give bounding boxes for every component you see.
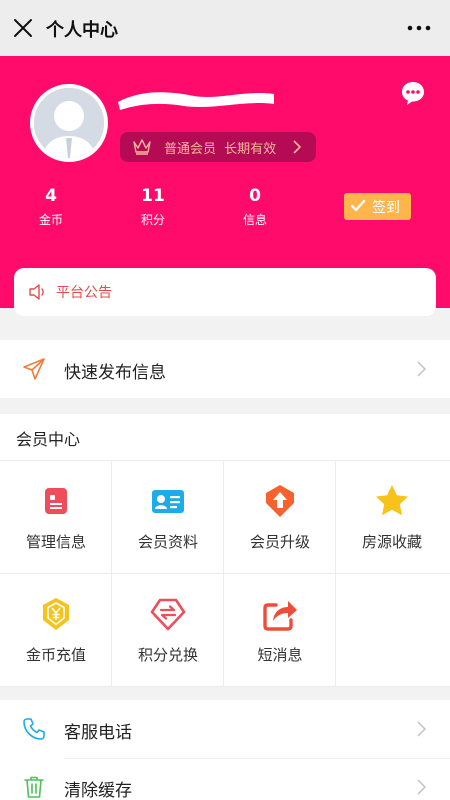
chevron-right-icon bbox=[417, 721, 426, 737]
grid-item-manage-info[interactable]: 管理信息 bbox=[0, 461, 112, 574]
trash-icon bbox=[24, 776, 44, 798]
chevron-right-icon bbox=[293, 140, 302, 154]
stat-coins[interactable]: 4 金币 bbox=[21, 186, 81, 228]
coin-recharge-label: 金币充值 bbox=[25, 646, 86, 664]
avatar[interactable] bbox=[30, 84, 108, 162]
upgrade-label: 会员升级 bbox=[249, 533, 310, 551]
member-center-title: 会员中心 bbox=[16, 430, 81, 449]
member-level-badge[interactable]: 普通会员 长期有效 bbox=[120, 132, 316, 162]
announcement-bar[interactable]: 平台公告 bbox=[14, 268, 436, 316]
stat-points[interactable]: 11 积分 bbox=[123, 186, 183, 228]
top-navbar: 个人中心 bbox=[0, 0, 450, 56]
chevron-right-icon bbox=[417, 779, 426, 795]
grid-item-coin-recharge[interactable]: 金币充值 bbox=[0, 574, 112, 687]
send-icon bbox=[23, 358, 45, 380]
member-center-grid: 管理信息 会员资料 会员升级 房源收藏 金币充值 积分兑换 短消息 bbox=[0, 460, 450, 687]
clear-cache-label: 清除缓存 bbox=[64, 781, 132, 800]
member-level: 普通会员 bbox=[164, 142, 217, 157]
upgrade-icon bbox=[266, 485, 294, 517]
signin-button[interactable]: 签到 bbox=[344, 193, 411, 220]
grid-item-points-exchange[interactable]: 积分兑换 bbox=[112, 574, 224, 687]
manage-info-label: 管理信息 bbox=[25, 533, 86, 551]
grid-item-upgrade[interactable]: 会员升级 bbox=[224, 461, 336, 574]
redacted-username bbox=[118, 92, 274, 110]
clear-cache-row[interactable]: 清除缓存 bbox=[0, 758, 450, 800]
quick-publish-row[interactable]: 快速发布信息 bbox=[0, 340, 450, 398]
page-title: 个人中心 bbox=[46, 20, 118, 41]
default-avatar-icon bbox=[34, 88, 104, 158]
short-message-label: 短消息 bbox=[257, 646, 303, 664]
stat-messages[interactable]: 0 信息 bbox=[225, 186, 285, 228]
points-label: 积分 bbox=[140, 213, 165, 227]
quick-publish-label: 快速发布信息 bbox=[64, 363, 166, 383]
points-exchange-icon bbox=[150, 598, 186, 631]
customer-service-label: 客服电话 bbox=[64, 723, 132, 743]
phone-icon bbox=[23, 718, 45, 740]
messages-label: 信息 bbox=[242, 213, 267, 227]
points-exchange-label: 积分兑换 bbox=[137, 646, 198, 664]
star-icon bbox=[376, 485, 408, 516]
coins-label: 金币 bbox=[38, 213, 63, 227]
speaker-icon bbox=[29, 284, 44, 300]
share-message-icon bbox=[263, 601, 297, 631]
coins-value: 4 bbox=[45, 186, 57, 206]
grid-item-favorites[interactable]: 房源收藏 bbox=[336, 461, 450, 574]
grid-item-short-message[interactable]: 短消息 bbox=[224, 574, 336, 687]
customer-service-row[interactable]: 客服电话 bbox=[0, 700, 450, 758]
chevron-right-icon bbox=[417, 361, 426, 377]
member-center-section: 会员中心 管理信息 会员资料 会员升级 房源收藏 金币充值 积分兑换 短消息 bbox=[0, 414, 450, 687]
row-divider bbox=[64, 758, 450, 759]
close-icon[interactable] bbox=[12, 17, 34, 39]
points-value: 11 bbox=[141, 186, 165, 206]
more-icon[interactable] bbox=[406, 18, 432, 38]
manage-info-icon bbox=[45, 488, 67, 514]
announcement-label: 平台公告 bbox=[56, 285, 112, 301]
message-bubble-icon[interactable] bbox=[400, 80, 426, 106]
favorites-label: 房源收藏 bbox=[361, 533, 422, 551]
grid-item-member-profile[interactable]: 会员资料 bbox=[112, 461, 224, 574]
checkmark-icon bbox=[350, 199, 366, 212]
signin-label: 签到 bbox=[372, 200, 400, 216]
member-validity: 长期有效 bbox=[224, 142, 277, 157]
crown-icon bbox=[133, 139, 151, 155]
grid-item-empty bbox=[336, 574, 450, 687]
messages-value: 0 bbox=[249, 186, 261, 206]
member-profile-icon bbox=[152, 490, 184, 513]
member-level-text: 普通会员 长期有效 bbox=[164, 138, 276, 157]
coin-recharge-icon bbox=[43, 598, 69, 630]
member-profile-label: 会员资料 bbox=[137, 533, 198, 551]
